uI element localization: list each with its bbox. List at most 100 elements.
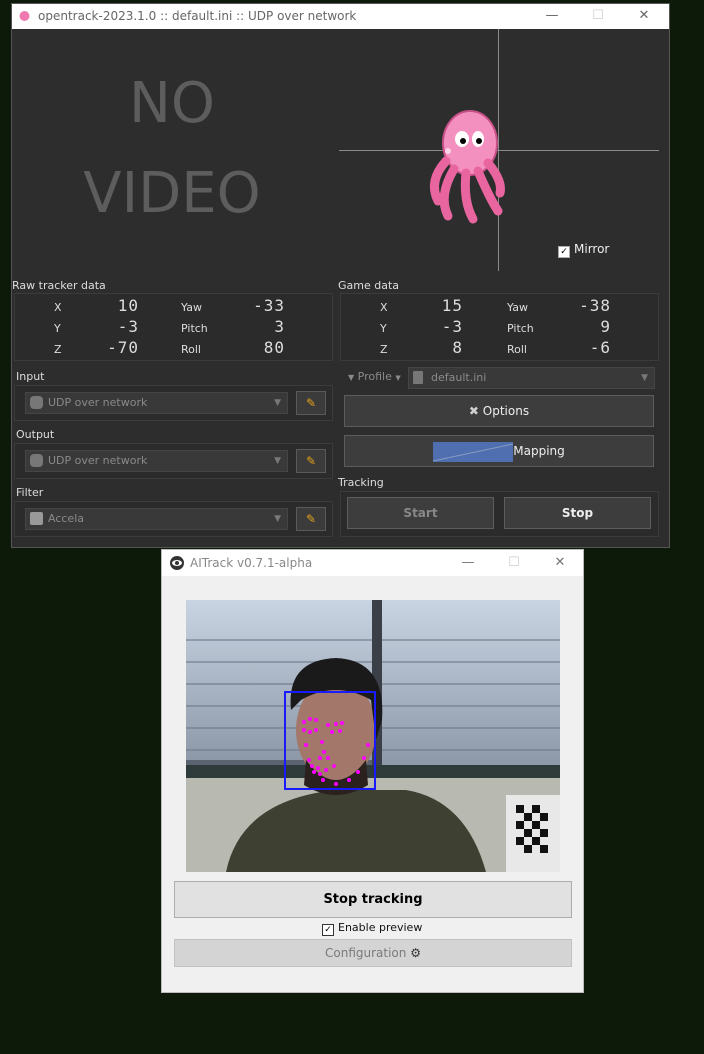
tracking-group: Start Stop: [340, 491, 659, 537]
aitrack-maximize-button[interactable]: ☐: [504, 554, 524, 572]
stop-button[interactable]: Stop: [504, 497, 651, 529]
chevron-down-icon: ▼: [348, 373, 355, 382]
input-heading: Input: [16, 370, 45, 383]
game-y-label: Y: [380, 322, 387, 335]
octopus-icon: [30, 454, 43, 467]
game-data-panel: X 15 Y -3 Z 8 Yaw -38 Pitch 9 Roll -6: [340, 293, 659, 361]
chevron-down-icon: ▼: [274, 514, 281, 524]
configuration-button[interactable]: Configuration ⚙: [174, 939, 572, 967]
filter-select[interactable]: Accela ▼: [25, 508, 288, 530]
raw-pitch-value: 3: [274, 317, 285, 336]
input-settings-button[interactable]: ✎: [296, 391, 326, 415]
raw-x-value: 10: [117, 296, 139, 315]
aitrack-minimize-button[interactable]: —: [458, 554, 478, 572]
filter-settings-button[interactable]: ✎: [296, 507, 326, 531]
opentrack-window: opentrack-2023.1.0 :: default.ini :: UDP…: [11, 3, 670, 548]
main-panel: NO VIDEO ✓ Mirror Raw tracker data X 10 Y…: [12, 29, 669, 547]
file-icon: [413, 371, 423, 384]
profile-label: Profile: [357, 370, 392, 383]
raw-yaw-value: -33: [253, 296, 285, 315]
raw-tracker-heading: Raw tracker data: [12, 279, 106, 292]
output-select-value: UDP over network: [48, 454, 148, 467]
camera-preview: [186, 600, 560, 872]
mirror-label: Mirror: [574, 242, 610, 256]
raw-tracker-panel: X 10 Y -3 Z -70 Yaw -33 Pitch 3 Roll 80: [14, 293, 333, 361]
chevron-down-icon: ▼: [641, 373, 648, 383]
filter-select-value: Accela: [48, 512, 84, 525]
mirror-checkbox[interactable]: ✓ Mirror: [558, 242, 609, 258]
chevron-down-small-icon: ▼: [395, 374, 401, 382]
profile-select[interactable]: default.ini ▼: [408, 367, 655, 389]
options-button[interactable]: ✖ Options: [344, 395, 654, 427]
input-group: UDP over network ▼ ✎: [14, 385, 333, 421]
maximize-button[interactable]: ☐: [588, 7, 608, 25]
enable-preview-label: Enable preview: [338, 921, 423, 934]
no-video-placeholder: NO VIDEO: [72, 59, 272, 239]
game-roll-value: -6: [589, 338, 611, 357]
output-settings-button[interactable]: ✎: [296, 449, 326, 473]
game-y-value: -3: [441, 317, 463, 336]
output-select[interactable]: UDP over network ▼: [25, 450, 288, 472]
raw-pitch-label: Pitch: [181, 322, 208, 335]
raw-y-value: -3: [117, 317, 139, 336]
raw-z-value: -70: [107, 338, 139, 357]
hammer-icon: ✎: [305, 396, 317, 410]
options-label: Options: [482, 404, 530, 418]
accela-icon: [30, 512, 43, 525]
stop-tracking-button[interactable]: Stop tracking: [174, 881, 572, 918]
no-video-line-2: VIDEO: [83, 161, 261, 226]
output-heading: Output: [16, 428, 55, 441]
check-icon: ✓: [322, 924, 334, 936]
game-x-value: 15: [441, 296, 463, 315]
title-bar[interactable]: opentrack-2023.1.0 :: default.ini :: UDP…: [12, 4, 669, 29]
curve-graph-icon: [433, 441, 514, 462]
game-x-label: X: [380, 301, 388, 314]
profile-select-value: default.ini: [431, 371, 487, 384]
gear-icon: ⚙: [410, 946, 421, 960]
enable-preview-checkbox[interactable]: ✓ Enable preview: [322, 921, 422, 936]
octopus-app-icon: [18, 10, 31, 23]
close-button[interactable]: ✕: [634, 7, 654, 25]
mapping-label: Mapping: [513, 444, 565, 458]
game-pitch-value: 9: [600, 317, 611, 336]
input-select[interactable]: UDP over network ▼: [25, 392, 288, 414]
profile-menu-button[interactable]: ▼ Profile ▼: [348, 370, 401, 383]
configuration-label: Configuration: [325, 946, 407, 960]
tools-icon: ✖: [468, 404, 479, 418]
raw-roll-label: Roll: [181, 343, 201, 356]
octopus-mascot-icon: [418, 101, 508, 230]
start-button[interactable]: Start: [347, 497, 494, 529]
filter-heading: Filter: [16, 486, 44, 499]
no-video-line-1: NO: [129, 71, 215, 136]
mapping-button[interactable]: Mapping: [344, 435, 654, 467]
aitrack-close-button[interactable]: ✕: [550, 554, 570, 572]
hammer-icon: ✎: [305, 454, 317, 468]
game-roll-label: Roll: [507, 343, 527, 356]
minimize-button[interactable]: —: [542, 7, 562, 25]
check-icon: ✓: [558, 246, 570, 258]
aitrack-window: AITrack v0.7.1-alpha — ☐ ✕ Stop tracking…: [161, 549, 584, 993]
game-z-label: Z: [380, 343, 388, 356]
chevron-down-icon: ▼: [274, 456, 281, 466]
window-title: opentrack-2023.1.0 :: default.ini :: UDP…: [38, 9, 357, 23]
raw-roll-value: 80: [263, 338, 285, 357]
game-yaw-value: -38: [579, 296, 611, 315]
raw-yaw-label: Yaw: [181, 301, 202, 314]
game-data-heading: Game data: [338, 279, 400, 292]
tracking-heading: Tracking: [338, 476, 384, 489]
octopus-icon: [30, 396, 43, 409]
output-group: UDP over network ▼ ✎: [14, 443, 333, 479]
raw-x-label: X: [54, 301, 62, 314]
raw-z-label: Z: [54, 343, 62, 356]
game-z-value: 8: [452, 338, 463, 357]
chevron-down-icon: ▼: [274, 398, 281, 408]
aitrack-window-title: AITrack v0.7.1-alpha: [190, 556, 313, 570]
game-yaw-label: Yaw: [507, 301, 528, 314]
raw-y-label: Y: [54, 322, 61, 335]
eye-app-icon: [169, 555, 185, 574]
filter-group: Accela ▼ ✎: [14, 501, 333, 537]
aitrack-title-bar[interactable]: AITrack v0.7.1-alpha — ☐ ✕: [162, 550, 583, 576]
hammer-icon: ✎: [305, 512, 317, 526]
game-pitch-label: Pitch: [507, 322, 534, 335]
input-select-value: UDP over network: [48, 396, 148, 409]
